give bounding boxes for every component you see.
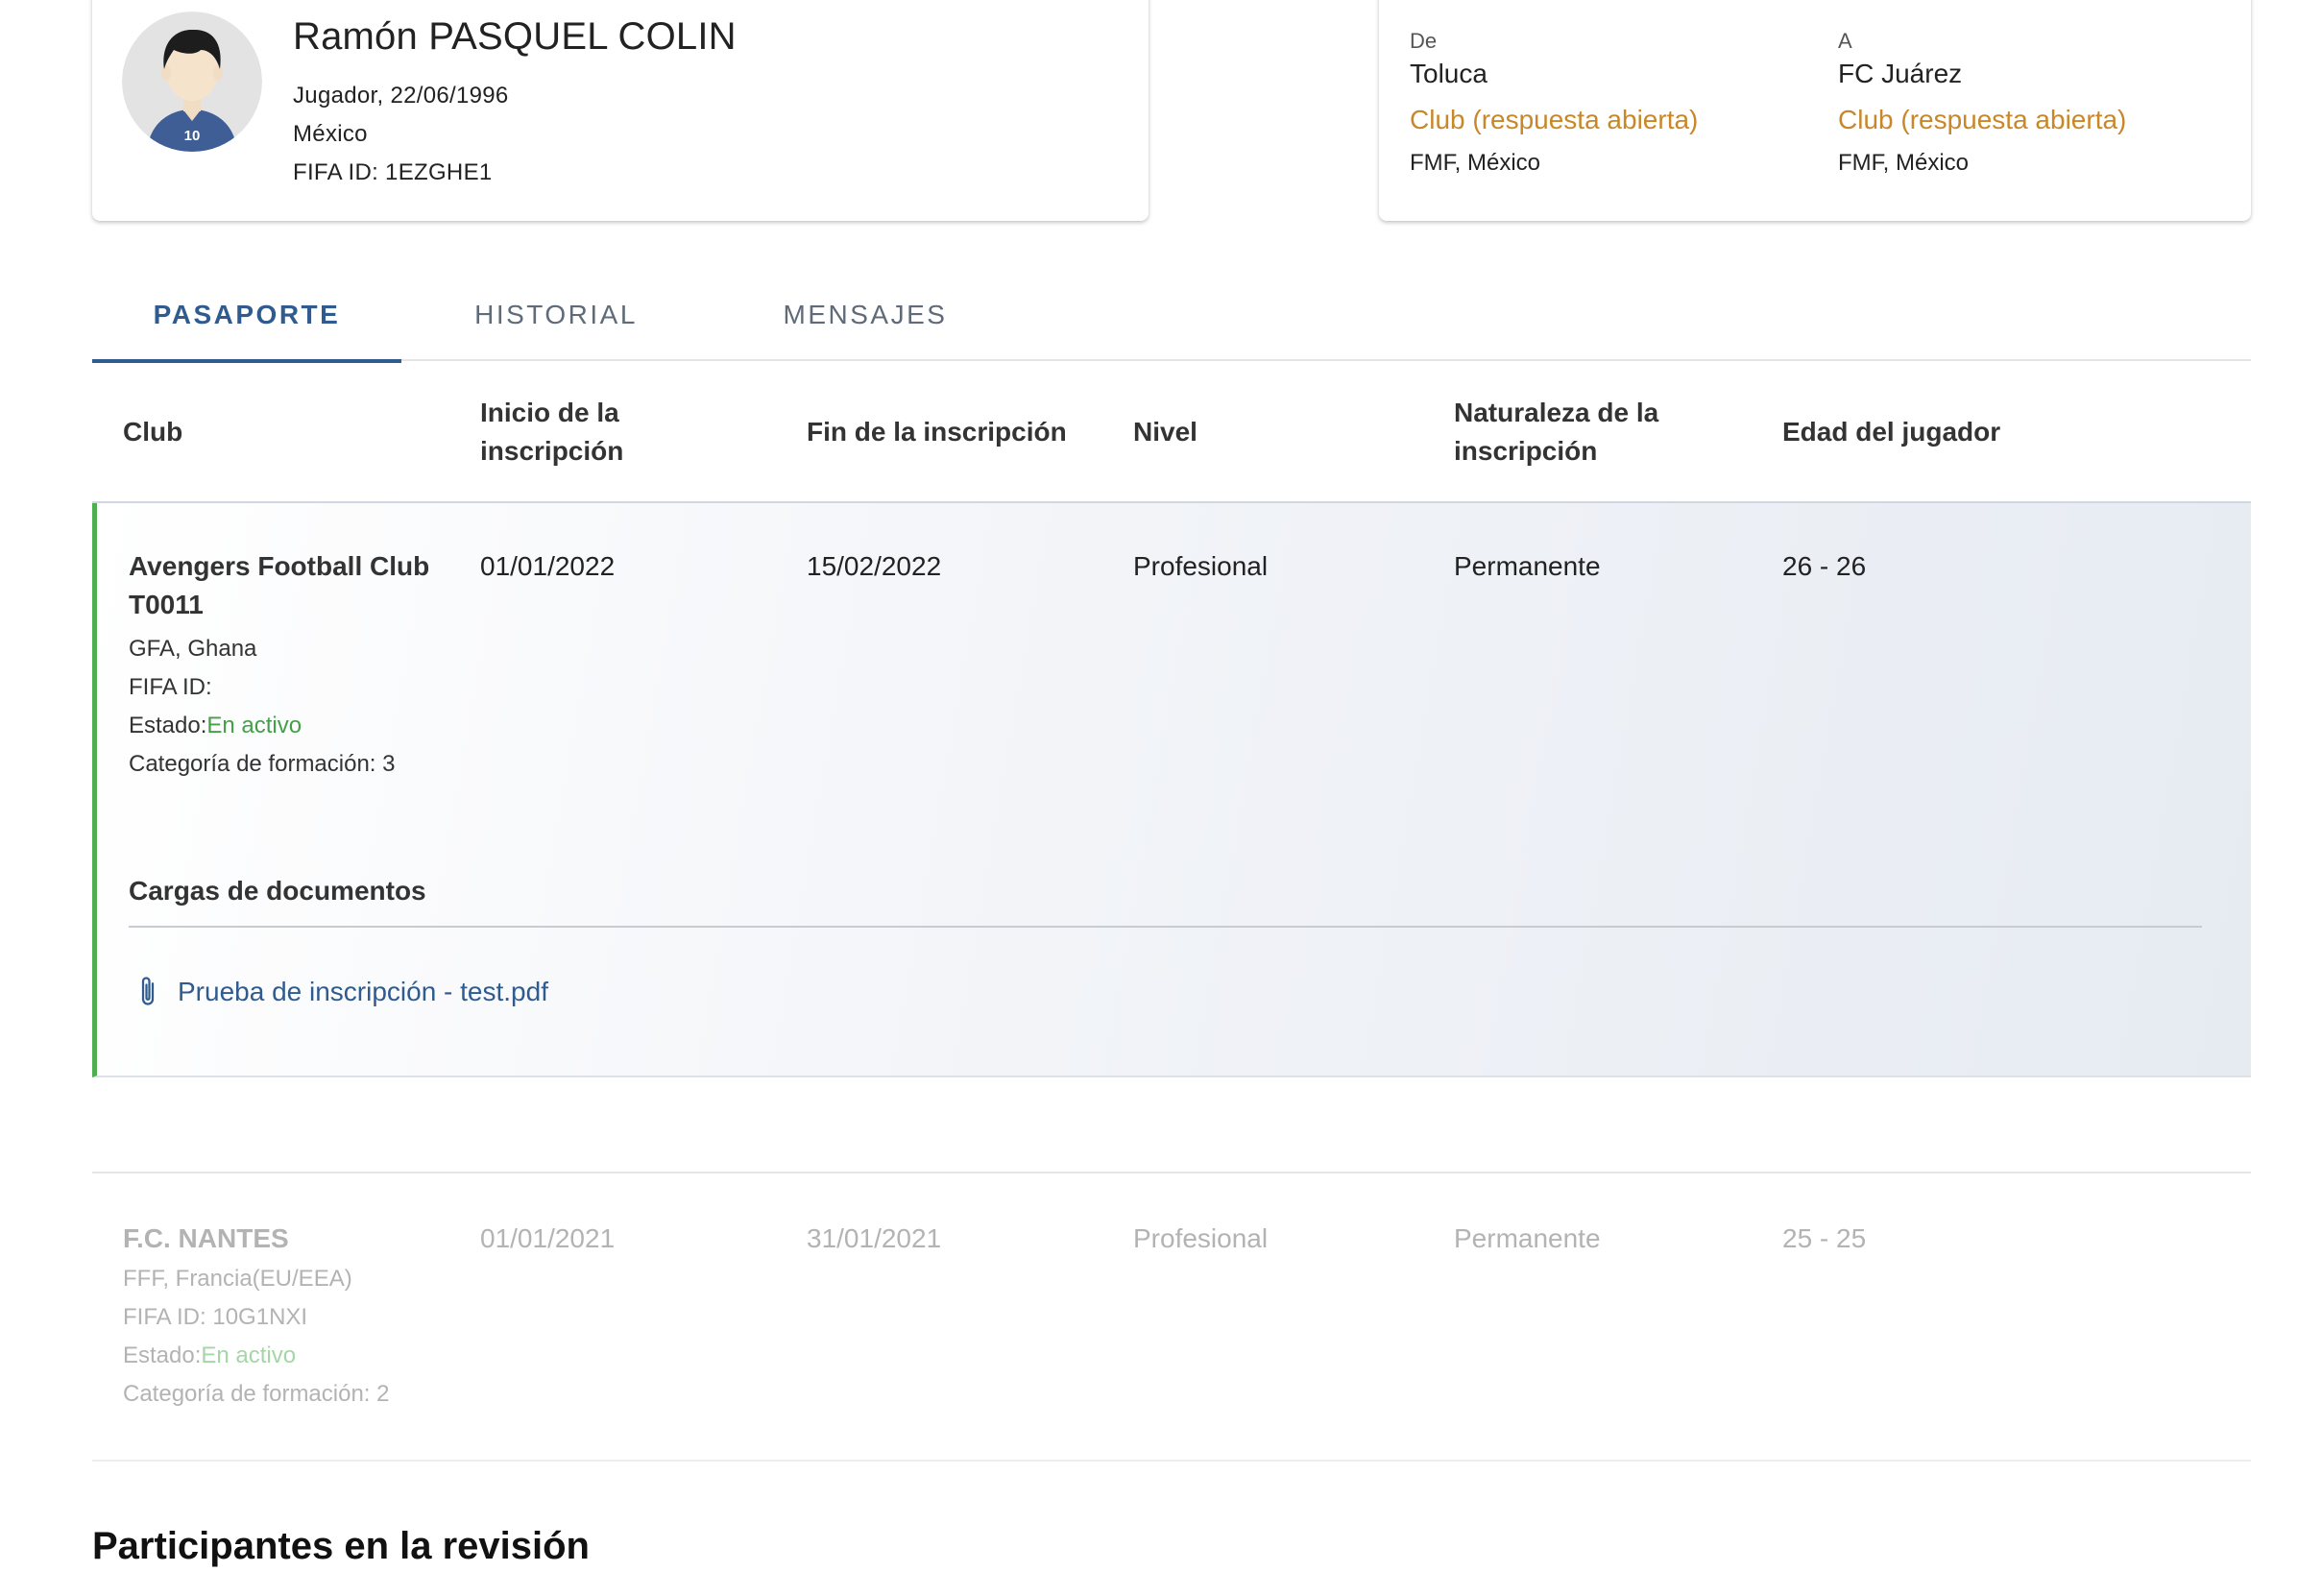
registration-start: 01/01/2021 xyxy=(480,1223,616,1253)
club-association: FFF, Francia(EU/EEA) xyxy=(123,1266,352,1292)
review-participants-title: Participantes en la revisión xyxy=(92,1525,590,1567)
transfer-from-club: Toluca xyxy=(1410,59,1488,88)
club-status: Estado:En activo xyxy=(129,713,302,739)
club-fifa-id: FIFA ID: xyxy=(129,674,212,700)
registration-nature: Permanente xyxy=(1454,551,1601,581)
club-status: Estado:En activo xyxy=(123,1342,296,1369)
registration-level: Profesional xyxy=(1133,551,1269,581)
column-header-nature: Naturaleza de la inscripción xyxy=(1454,398,1659,466)
transfer-to-association: FMF, México xyxy=(1838,150,1970,176)
registration-level: Profesional xyxy=(1133,1223,1269,1253)
transfer-from-status: Club (respuesta abierta) xyxy=(1410,105,1699,134)
tab-pasaporte[interactable]: PASAPORTE xyxy=(92,269,401,363)
column-header-club: Club xyxy=(123,417,183,447)
documents-title: Cargas de documentos xyxy=(129,876,426,906)
club-association: GFA, Ghana xyxy=(129,636,257,662)
status-badge: En activo xyxy=(201,1342,297,1368)
transfer-from-association: FMF, México xyxy=(1410,150,1541,176)
registration-end: 31/01/2021 xyxy=(807,1223,942,1253)
club-category: Categoría de formación: 3 xyxy=(129,751,396,777)
transfer-to-club: FC Juárez xyxy=(1838,59,1963,88)
paperclip-icon xyxy=(141,977,155,1005)
tab-mensajes[interactable]: MENSAJES xyxy=(711,269,1020,361)
registration-end: 15/02/2022 xyxy=(807,551,942,581)
club-fifa-id: FIFA ID: 10G1NXI xyxy=(123,1304,308,1330)
player-age: 26 - 26 xyxy=(1782,551,1867,581)
avatar-icon: 10 xyxy=(122,12,262,152)
document-link[interactable]: Prueba de inscripción - test.pdf xyxy=(133,974,548,1010)
player-card: 10 Ramón PASQUEL COLIN Jugador, 22/06/19… xyxy=(92,0,1149,221)
column-header-age: Edad del jugador xyxy=(1782,417,2001,447)
documents-divider xyxy=(129,926,2202,928)
transfer-to-label: A xyxy=(1838,29,1852,53)
table-row[interactable]: F.C. NANTES FFF, Francia(EU/EEA) FIFA ID… xyxy=(92,1172,2251,1462)
player-country: México xyxy=(293,121,368,147)
transfer-card: De Toluca Club (respuesta abierta) FMF, … xyxy=(1379,0,2251,221)
tab-bar: PASAPORTE HISTORIAL MENSAJES xyxy=(92,269,2251,363)
tab-historial[interactable]: HISTORIAL xyxy=(401,269,711,361)
status-badge: En activo xyxy=(206,713,302,738)
transfer-to-status: Club (respuesta abierta) xyxy=(1838,105,2127,134)
club-category: Categoría de formación: 2 xyxy=(123,1381,390,1407)
registration-start: 01/01/2022 xyxy=(480,551,616,581)
jersey-number: 10 xyxy=(184,128,201,144)
player-role-dob: Jugador, 22/06/1996 xyxy=(293,83,509,109)
player-avatar: 10 xyxy=(122,12,262,152)
club-name: Avengers Football Club T0011 xyxy=(129,551,430,619)
column-header-start: Inicio de la inscripción xyxy=(480,398,624,466)
transfer-from-label: De xyxy=(1410,29,1438,53)
column-header-level: Nivel xyxy=(1133,417,1197,447)
player-fifa-id: FIFA ID: 1EZGHE1 xyxy=(293,159,493,185)
status-label: Estado: xyxy=(123,1342,202,1368)
club-name: F.C. NANTES xyxy=(123,1223,289,1253)
player-name: Ramón PASQUEL COLIN xyxy=(293,15,737,58)
player-age: 25 - 25 xyxy=(1782,1223,1867,1253)
document-link-label: Prueba de inscripción - test.pdf xyxy=(178,977,548,1006)
registration-nature: Permanente xyxy=(1454,1223,1601,1253)
column-header-end: Fin de la inscripción xyxy=(807,417,1067,447)
table-row[interactable]: Avengers Football Club T0011 GFA, Ghana … xyxy=(92,503,2251,1077)
status-label: Estado: xyxy=(129,713,207,738)
